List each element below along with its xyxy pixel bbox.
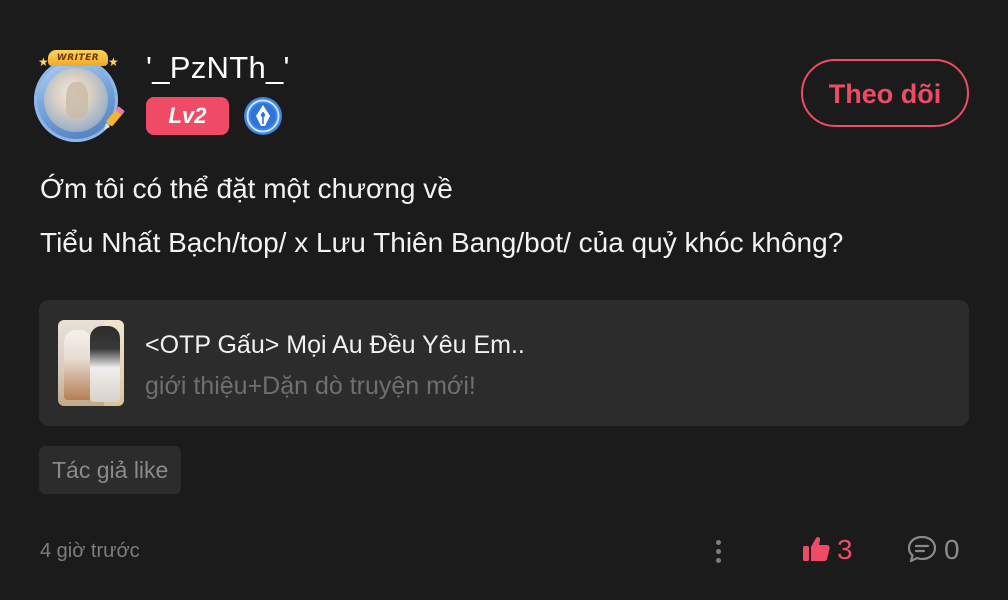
author-liked-tag: Tác giả like bbox=[39, 446, 182, 494]
dot-icon bbox=[716, 558, 721, 563]
comment-icon bbox=[907, 535, 937, 563]
linked-story-card[interactable]: <OTP Gấu> Mọi Au Đều Yêu Em.. giới thiệu… bbox=[39, 300, 969, 426]
story-subtitle: giới thiệu+Dặn dò truyện mới! bbox=[145, 372, 476, 400]
story-title: <OTP Gấu> Mọi Au Đều Yêu Em.. bbox=[145, 331, 525, 359]
dot-icon bbox=[716, 540, 721, 545]
post-card: WRITER ★ ★ '_PzNTh_' Lv2 Theo dõi Ớm tôi… bbox=[0, 0, 1008, 600]
follow-button[interactable]: Theo dõi bbox=[801, 59, 969, 127]
level-badge: Lv2 bbox=[146, 97, 229, 135]
more-options-button[interactable] bbox=[706, 534, 730, 568]
post-timestamp: 4 giờ trước bbox=[40, 540, 140, 562]
author-avatar[interactable]: WRITER ★ ★ bbox=[30, 50, 126, 142]
comment-count: 0 bbox=[944, 534, 960, 565]
star-icon: ★ bbox=[38, 55, 49, 69]
post-text: Ớm tôi có thể đặt một chương về Tiểu Nhấ… bbox=[40, 162, 843, 270]
star-icon: ★ bbox=[108, 55, 119, 69]
pencil-icon bbox=[104, 106, 125, 130]
dot-icon bbox=[716, 549, 721, 554]
author-username[interactable]: '_PzNTh_' bbox=[146, 50, 290, 86]
writer-badge: WRITER bbox=[48, 50, 108, 66]
pen-nib-badge-icon bbox=[244, 97, 282, 135]
post-text-line: Tiểu Nhất Bạch/top/ x Lưu Thiên Bang/bot… bbox=[40, 227, 844, 258]
story-cover-image bbox=[58, 320, 124, 406]
like-count: 3 bbox=[837, 534, 853, 565]
thumbs-up-icon bbox=[803, 536, 830, 561]
post-text-line: Ớm tôi có thể đặt một chương về bbox=[40, 173, 453, 204]
